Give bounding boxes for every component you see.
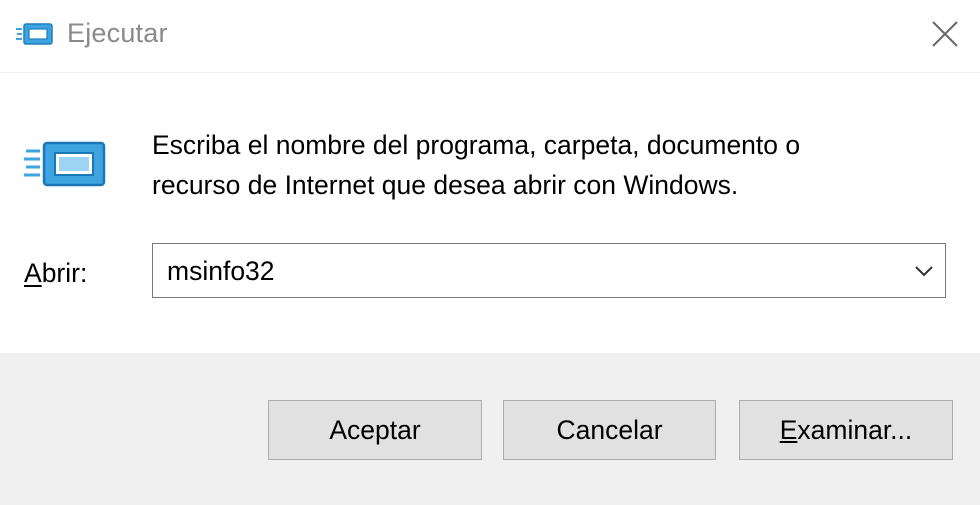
prompt-line-1: Escriba el nombre del programa, carpeta,… [152, 130, 801, 160]
open-label-accelerator: A [24, 258, 42, 288]
browse-accelerator: E [779, 414, 798, 445]
prompt-line-2: recurso de Internet que desea abrir con … [152, 170, 739, 200]
accept-button[interactable]: Aceptar [268, 400, 482, 460]
prompt-text: Escriba el nombre del programa, carpeta,… [152, 125, 952, 205]
open-input[interactable]: msinfo32 [167, 256, 275, 287]
dropdown-button[interactable] [911, 258, 937, 284]
browse-label-rest: xaminar... [797, 414, 913, 445]
close-button[interactable] [920, 12, 970, 56]
browse-button[interactable]: Examinar... [739, 400, 953, 460]
open-label: Abrir: [24, 258, 87, 289]
button-bar: Aceptar Cancelar Examinar... [0, 353, 980, 505]
open-label-rest: brir: [41, 258, 88, 288]
open-combobox[interactable]: msinfo32 [152, 243, 946, 298]
close-icon [932, 21, 958, 47]
dialog-content: Escriba el nombre del programa, carpeta,… [0, 73, 980, 353]
window-title: Ejecutar [67, 18, 168, 48]
chevron-down-icon [915, 266, 933, 277]
cancel-button[interactable]: Cancelar [503, 400, 716, 460]
run-icon [16, 23, 53, 45]
run-icon [24, 141, 106, 187]
title-bar: Ejecutar [0, 0, 980, 73]
